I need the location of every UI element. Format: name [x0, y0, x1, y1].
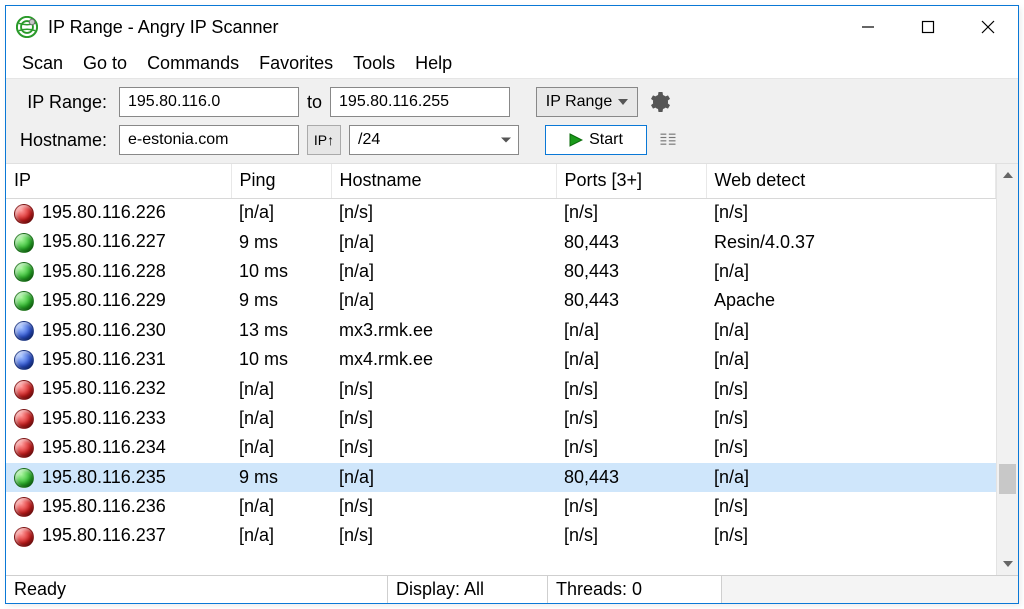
ip-range-label: IP Range:	[16, 92, 111, 113]
feeder-label: IP Range	[546, 93, 612, 111]
status-dot-icon	[14, 409, 34, 429]
window-title: IP Range - Angry IP Scanner	[48, 17, 278, 38]
status-dot-icon	[14, 291, 34, 311]
status-dot-icon	[14, 438, 34, 458]
status-threads: Threads: 0	[548, 576, 722, 603]
menu-help[interactable]: Help	[407, 51, 460, 76]
status-dot-icon	[14, 468, 34, 488]
fetchers-icon	[658, 130, 678, 150]
status-dot-icon	[14, 233, 34, 253]
hostname-label: Hostname:	[16, 130, 111, 151]
status-progress	[722, 576, 1018, 603]
table-row[interactable]: 195.80.116.2359 ms[n/a]80,443[n/a]	[6, 463, 996, 492]
maximize-button[interactable]	[898, 6, 958, 48]
status-dot-icon	[14, 262, 34, 282]
scroll-up-icon[interactable]	[1003, 164, 1013, 186]
titlebar: IP Range - Angry IP Scanner	[6, 6, 1018, 48]
column-ports[interactable]: Ports [3+]	[556, 164, 706, 198]
menu-tools[interactable]: Tools	[345, 51, 403, 76]
column-ip[interactable]: IP	[6, 164, 231, 198]
scroll-down-icon[interactable]	[1003, 553, 1013, 575]
column-ping[interactable]: Ping	[231, 164, 331, 198]
table-row[interactable]: 195.80.116.22810 ms[n/a]80,443[n/a]	[6, 257, 996, 286]
hostname-input[interactable]	[119, 125, 299, 155]
table-row[interactable]: 195.80.116.2279 ms[n/a]80,443Resin/4.0.3…	[6, 227, 996, 256]
table-row[interactable]: 195.80.116.23110 msmx4.rmk.ee[n/a][n/a]	[6, 345, 996, 374]
status-dot-icon	[14, 204, 34, 224]
preferences-button[interactable]	[646, 89, 672, 115]
table-row[interactable]: 195.80.116.237[n/a][n/s][n/s][n/s]	[6, 521, 996, 550]
toolbar: IP Range: to IP Range Hostname: IP↑	[6, 78, 1018, 164]
status-dot-icon	[14, 380, 34, 400]
fetchers-button[interactable]	[655, 127, 681, 153]
start-button[interactable]: Start	[545, 125, 647, 155]
status-dot-icon	[14, 497, 34, 517]
feeder-select[interactable]: IP Range	[536, 87, 638, 117]
column-hostname[interactable]: Hostname	[331, 164, 556, 198]
table-row[interactable]: 195.80.116.23013 msmx3.rmk.ee[n/a][n/a]	[6, 316, 996, 345]
status-dot-icon	[14, 321, 34, 341]
chevron-down-icon	[618, 99, 628, 105]
statusbar: Ready Display: All Threads: 0	[6, 575, 1018, 603]
menu-commands[interactable]: Commands	[139, 51, 247, 76]
to-label: to	[307, 92, 322, 113]
table-row[interactable]: 195.80.116.236[n/a][n/s][n/s][n/s]	[6, 492, 996, 521]
vertical-scrollbar[interactable]	[996, 164, 1018, 575]
table-row[interactable]: 195.80.116.232[n/a][n/s][n/s][n/s]	[6, 374, 996, 403]
status-display: Display: All	[388, 576, 548, 603]
column-web[interactable]: Web detect	[706, 164, 996, 198]
menu-goto[interactable]: Go to	[75, 51, 135, 76]
menu-favorites[interactable]: Favorites	[251, 51, 341, 76]
gear-icon	[647, 90, 671, 114]
netmask-select[interactable]	[349, 125, 519, 155]
table-row[interactable]: 195.80.116.2299 ms[n/a]80,443Apache	[6, 286, 996, 315]
menu-scan[interactable]: Scan	[14, 51, 71, 76]
ip-start-input[interactable]	[119, 87, 299, 117]
status-dot-icon	[14, 350, 34, 370]
app-icon	[16, 16, 38, 38]
results-table[interactable]: IP Ping Hostname Ports [3+] Web detect 1…	[6, 164, 996, 551]
start-label: Start	[589, 131, 623, 149]
menubar: Scan Go to Commands Favorites Tools Help	[6, 48, 1018, 78]
scroll-thumb[interactable]	[999, 464, 1016, 494]
results-area: IP Ping Hostname Ports [3+] Web detect 1…	[6, 164, 1018, 575]
minimize-button[interactable]	[838, 6, 898, 48]
close-button[interactable]	[958, 6, 1018, 48]
ip-end-input[interactable]	[330, 87, 510, 117]
table-row[interactable]: 195.80.116.226[n/a][n/s][n/s][n/s]	[6, 198, 996, 227]
table-row[interactable]: 195.80.116.234[n/a][n/s][n/s][n/s]	[6, 433, 996, 462]
ip-up-button[interactable]: IP↑	[307, 125, 341, 155]
scroll-track[interactable]	[997, 186, 1018, 553]
status-dot-icon	[14, 527, 34, 547]
app-window: IP Range - Angry IP Scanner Scan Go to C…	[5, 5, 1019, 604]
play-icon	[569, 133, 583, 147]
table-row[interactable]: 195.80.116.233[n/a][n/s][n/s][n/s]	[6, 404, 996, 433]
status-ready: Ready	[6, 576, 388, 603]
